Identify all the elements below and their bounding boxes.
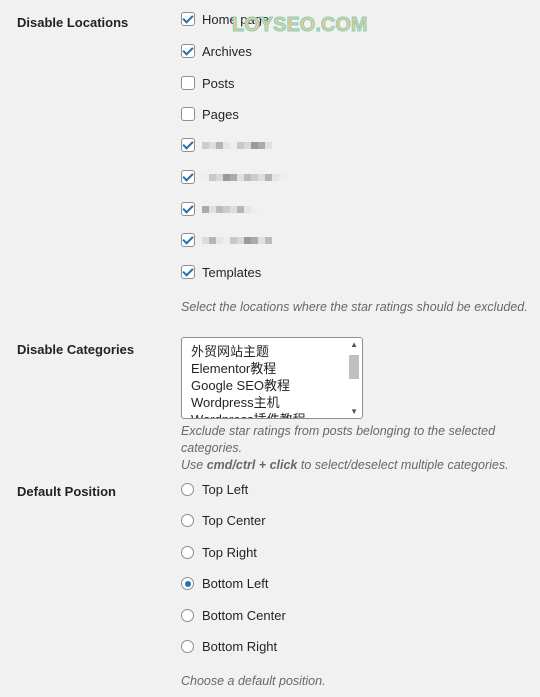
- position-option[interactable]: Top Left: [181, 480, 248, 498]
- radio[interactable]: [181, 514, 194, 527]
- position-option[interactable]: Top Center: [181, 512, 266, 530]
- checkbox[interactable]: [181, 44, 195, 58]
- option-label: Top Left: [202, 481, 249, 497]
- blurred-label: [202, 173, 286, 181]
- location-option[interactable]: [181, 136, 272, 154]
- locations-description: Select the locations where the star rati…: [181, 300, 528, 314]
- checkbox[interactable]: [181, 76, 195, 90]
- blurred-label: [202, 205, 258, 213]
- disable-categories-label: Disable Categories: [17, 342, 135, 357]
- scrollbar-thumb[interactable]: [349, 355, 359, 379]
- position-option[interactable]: Bottom Right: [181, 638, 277, 656]
- option-label: Pages: [202, 106, 239, 122]
- option-label: Bottom Center: [202, 607, 286, 623]
- radio[interactable]: [181, 640, 194, 653]
- position-option[interactable]: Bottom Center: [181, 606, 286, 624]
- location-option[interactable]: Posts: [181, 74, 235, 92]
- watermark-logo: LOYSEO.COM: [232, 14, 369, 37]
- checkbox[interactable]: [181, 202, 195, 216]
- scroll-down-icon[interactable]: ▼: [350, 407, 358, 416]
- checkbox[interactable]: [181, 170, 195, 184]
- position-option[interactable]: Top Right: [181, 543, 257, 561]
- option-label: Bottom Right: [202, 639, 278, 654]
- location-option[interactable]: [181, 200, 258, 218]
- radio[interactable]: [181, 482, 194, 496]
- category-option[interactable]: Wordpress插件教程: [191, 411, 362, 418]
- disable-locations-label: Disable Locations: [17, 15, 129, 30]
- blurred-label: [202, 141, 272, 149]
- checkbox[interactable]: [181, 265, 195, 279]
- location-option[interactable]: Templates: [181, 263, 261, 281]
- default-position-label: Default Position: [17, 484, 116, 499]
- category-option[interactable]: Elementor教程: [191, 360, 362, 377]
- checkbox[interactable]: [181, 138, 195, 152]
- option-label: Templates: [202, 264, 262, 280]
- checkbox[interactable]: [181, 233, 195, 247]
- radio[interactable]: [181, 577, 194, 590]
- radio[interactable]: [181, 608, 194, 622]
- position-description: Choose a default position.: [181, 674, 326, 688]
- category-option[interactable]: 外贸网站主题: [191, 343, 362, 360]
- option-label: Top Right: [202, 544, 257, 560]
- location-option[interactable]: [181, 168, 286, 186]
- category-option[interactable]: Google SEO教程: [191, 377, 362, 394]
- scrollbar[interactable]: ▲ ▼: [346, 338, 362, 418]
- categories-description: Exclude star ratings from posts belongin…: [181, 424, 509, 472]
- option-label: Top Center: [202, 513, 266, 528]
- option-label: Archives: [202, 43, 252, 59]
- checkbox[interactable]: [181, 12, 195, 26]
- option-label: Posts: [202, 75, 235, 91]
- location-option[interactable]: [181, 231, 272, 249]
- position-option[interactable]: Bottom Left: [181, 575, 268, 593]
- radio[interactable]: [181, 545, 194, 559]
- location-option[interactable]: Archives: [181, 42, 252, 60]
- scroll-up-icon[interactable]: ▲: [350, 340, 358, 349]
- option-label: Bottom Left: [202, 576, 269, 591]
- categories-select[interactable]: 外贸网站主题 Elementor教程 Google SEO教程 Wordpress主机…: [181, 337, 363, 419]
- checkbox[interactable]: [181, 107, 195, 121]
- location-option[interactable]: Pages: [181, 105, 239, 123]
- category-option[interactable]: Wordpress主机: [191, 394, 362, 411]
- blurred-label: [202, 236, 272, 244]
